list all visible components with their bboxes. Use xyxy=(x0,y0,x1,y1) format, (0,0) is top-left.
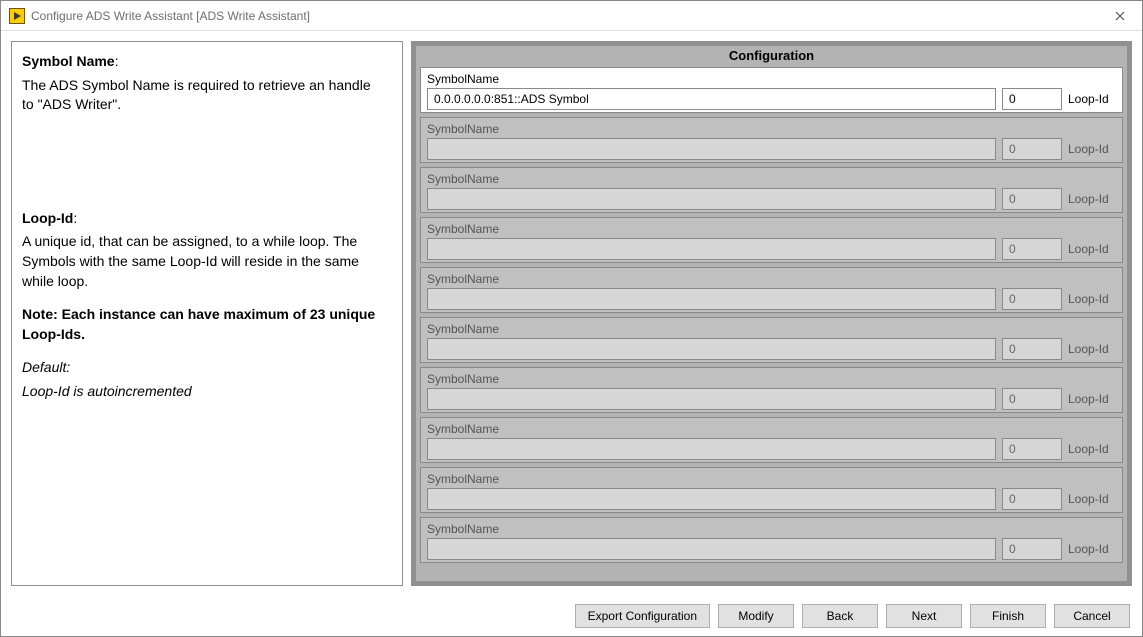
config-row: SymbolName Loop-Id xyxy=(420,217,1123,263)
row-body: Loop-Id xyxy=(427,338,1116,360)
help-panel[interactable]: Symbol Name: The ADS Symbol Name is requ… xyxy=(11,41,403,586)
help-default-body: Loop-Id is autoincremented xyxy=(22,383,192,399)
loopid-input[interactable] xyxy=(1002,138,1062,160)
help-default-header: Default: xyxy=(22,359,70,375)
row-symbolname-label: SymbolName xyxy=(427,322,1116,336)
next-button[interactable]: Next xyxy=(886,604,962,628)
loopid-label: Loop-Id xyxy=(1068,442,1116,456)
row-body: Loop-Id xyxy=(427,388,1116,410)
row-symbolname-label: SymbolName xyxy=(427,472,1116,486)
cancel-button[interactable]: Cancel xyxy=(1054,604,1130,628)
loopid-input[interactable] xyxy=(1002,88,1062,110)
symbolname-input[interactable] xyxy=(427,338,996,360)
symbolname-input[interactable] xyxy=(427,388,996,410)
symbolname-input[interactable] xyxy=(427,438,996,460)
row-body: Loop-Id xyxy=(427,438,1116,460)
config-row: SymbolName Loop-Id xyxy=(420,117,1123,163)
back-button[interactable]: Back xyxy=(802,604,878,628)
row-symbolname-label: SymbolName xyxy=(427,72,1116,86)
loopid-input[interactable] xyxy=(1002,288,1062,310)
loopid-label: Loop-Id xyxy=(1068,392,1116,406)
help-symbolname-header: Symbol Name xyxy=(22,53,115,69)
close-button[interactable] xyxy=(1097,1,1142,31)
loopid-label: Loop-Id xyxy=(1068,242,1116,256)
button-bar: Export Configuration Modify Back Next Fi… xyxy=(1,596,1142,636)
symbolname-input[interactable] xyxy=(427,538,996,560)
row-symbolname-label: SymbolName xyxy=(427,272,1116,286)
config-row: SymbolName Loop-Id xyxy=(420,317,1123,363)
close-icon xyxy=(1115,8,1125,24)
window-title: Configure ADS Write Assistant [ADS Write… xyxy=(31,9,1097,23)
help-loopid-body: A unique id, that can be assigned, to a … xyxy=(22,232,386,291)
titlebar: Configure ADS Write Assistant [ADS Write… xyxy=(1,1,1142,31)
row-symbolname-label: SymbolName xyxy=(427,122,1116,136)
loopid-label: Loop-Id xyxy=(1068,142,1116,156)
row-body: Loop-Id xyxy=(427,188,1116,210)
symbolname-input[interactable] xyxy=(427,88,996,110)
row-body: Loop-Id xyxy=(427,238,1116,260)
configuration-panel: Configuration SymbolNameLoop-IdSymbolNam… xyxy=(411,41,1132,586)
row-body: Loop-Id xyxy=(427,88,1116,110)
config-row: SymbolName Loop-Id xyxy=(420,67,1123,113)
symbolname-input[interactable] xyxy=(427,488,996,510)
help-loopid-header: Loop-Id xyxy=(22,210,73,226)
symbolname-input[interactable] xyxy=(427,288,996,310)
loopid-input[interactable] xyxy=(1002,338,1062,360)
loopid-label: Loop-Id xyxy=(1068,542,1116,556)
app-play-icon xyxy=(9,8,25,24)
loopid-label: Loop-Id xyxy=(1068,492,1116,506)
content-area: Symbol Name: The ADS Symbol Name is requ… xyxy=(1,31,1142,596)
row-body: Loop-Id xyxy=(427,288,1116,310)
row-symbolname-label: SymbolName xyxy=(427,222,1116,236)
loopid-label: Loop-Id xyxy=(1068,292,1116,306)
configuration-list[interactable]: SymbolNameLoop-IdSymbolNameLoop-IdSymbol… xyxy=(420,67,1123,577)
config-row: SymbolName Loop-Id xyxy=(420,167,1123,213)
config-row: SymbolName Loop-Id xyxy=(420,417,1123,463)
config-row: SymbolName Loop-Id xyxy=(420,517,1123,563)
loopid-input[interactable] xyxy=(1002,388,1062,410)
symbolname-input[interactable] xyxy=(427,238,996,260)
help-note: Note: Each instance can have maximum of … xyxy=(22,306,375,342)
row-body: Loop-Id xyxy=(427,138,1116,160)
loopid-input[interactable] xyxy=(1002,438,1062,460)
loopid-input[interactable] xyxy=(1002,238,1062,260)
row-body: Loop-Id xyxy=(427,538,1116,560)
finish-button[interactable]: Finish xyxy=(970,604,1046,628)
export-configuration-button[interactable]: Export Configuration xyxy=(575,604,710,628)
loopid-input[interactable] xyxy=(1002,538,1062,560)
loopid-label: Loop-Id xyxy=(1068,92,1116,106)
help-symbolname-body: The ADS Symbol Name is required to retri… xyxy=(22,76,386,115)
config-row: SymbolName Loop-Id xyxy=(420,267,1123,313)
config-row: SymbolName Loop-Id xyxy=(420,467,1123,513)
row-symbolname-label: SymbolName xyxy=(427,422,1116,436)
row-symbolname-label: SymbolName xyxy=(427,522,1116,536)
loopid-label: Loop-Id xyxy=(1068,342,1116,356)
row-body: Loop-Id xyxy=(427,488,1116,510)
modify-button[interactable]: Modify xyxy=(718,604,794,628)
loopid-input[interactable] xyxy=(1002,488,1062,510)
symbolname-input[interactable] xyxy=(427,138,996,160)
row-symbolname-label: SymbolName xyxy=(427,172,1116,186)
symbolname-input[interactable] xyxy=(427,188,996,210)
row-symbolname-label: SymbolName xyxy=(427,372,1116,386)
loopid-input[interactable] xyxy=(1002,188,1062,210)
loopid-label: Loop-Id xyxy=(1068,192,1116,206)
configuration-title: Configuration xyxy=(416,46,1127,67)
config-row: SymbolName Loop-Id xyxy=(420,367,1123,413)
